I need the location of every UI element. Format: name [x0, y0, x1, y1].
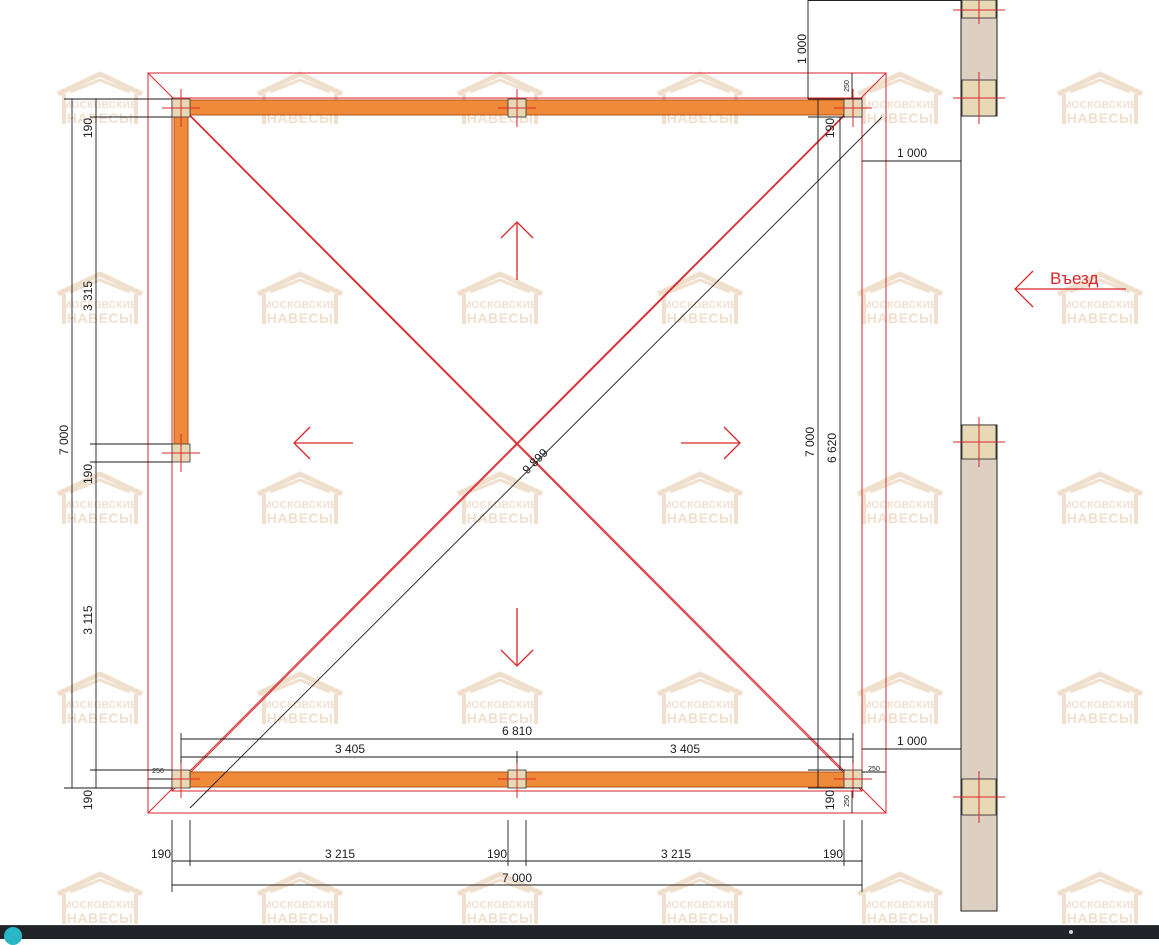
watermark-logo: МОСКОВСКИЕНАВЕСЫ — [56, 71, 144, 126]
dim-overhang-bottom: 250 — [844, 795, 851, 807]
watermark-line2: НАВЕСЫ — [1067, 710, 1134, 726]
dim-bottom-post-3: 190 — [823, 847, 843, 861]
watermark-logo: МОСКОВСКИЕНАВЕСЫ — [856, 671, 944, 726]
watermark-logo: МОСКОВСКИЕНАВЕСЫ — [656, 871, 744, 926]
dim-inner-length: 6 810 — [502, 724, 532, 738]
watermark-line2: НАВЕСЫ — [1067, 110, 1134, 126]
watermark-logo: МОСКОВСКИЕНАВЕСЫ — [256, 471, 344, 526]
watermark-line2: НАВЕСЫ — [267, 310, 334, 326]
watermark-line2: НАВЕСЫ — [67, 710, 134, 726]
post — [498, 760, 536, 798]
watermark-logo: МОСКОВСКИЕНАВЕСЫ — [56, 871, 144, 926]
dim-left-post-top: 190 — [81, 118, 95, 138]
watermark-line2: НАВЕСЫ — [67, 310, 134, 326]
watermark-logo: МОСКОВСКИЕНАВЕСЫ — [656, 471, 744, 526]
dim-bottom-span-1: 3 215 — [325, 847, 355, 861]
watermark-logo: МОСКОВСКИЕНАВЕСЫ — [456, 671, 544, 726]
watermark-logo: МОСКОВСКИЕНАВЕСЫ — [1056, 471, 1144, 526]
dim-right-inner: 6 620 — [825, 433, 839, 463]
watermark-logo: МОСКОВСКИЕНАВЕСЫ — [1056, 71, 1144, 126]
dim-left-lower-span: 3 115 — [81, 605, 95, 634]
dim-left-post-bottom: 190 — [81, 790, 95, 810]
watermark-line2: НАВЕСЫ — [1067, 510, 1134, 526]
watermark-line2: НАВЕСЫ — [467, 910, 534, 926]
post — [162, 89, 200, 127]
dim-right-offset-top: 1 000 — [897, 146, 927, 160]
watermark-line2: НАВЕСЫ — [867, 510, 934, 526]
watermark-line2: НАВЕСЫ — [867, 910, 934, 926]
canopy-plan-drawing: МОСКОВСКИЕНАВЕСЫ МОСКОВСКИЕНАВЕСЫ МОСКОВСК… — [56, 0, 1144, 926]
watermark-line2: НАВЕСЫ — [267, 710, 334, 726]
watermark-line2: НАВЕСЫ — [1067, 910, 1134, 926]
dim-inner-half-left: 3 405 — [335, 742, 365, 756]
dim-overhang-right: 250 — [868, 766, 880, 773]
watermark-line2: НАВЕСЫ — [467, 510, 534, 526]
watermark-logo: МОСКОВСКИЕНАВЕСЫ — [256, 271, 344, 326]
slope-arrow-down-icon — [500, 608, 534, 667]
dim-bottom-span-2: 3 215 — [661, 847, 691, 861]
beam-left — [173, 107, 189, 454]
watermark-logo: МОСКОВСКИЕНАВЕСЫ — [856, 471, 944, 526]
dim-right-offset-bottom: 1 000 — [897, 734, 927, 748]
dim-bottom-post-1: 190 — [151, 847, 171, 861]
dim-left-post-mid: 190 — [81, 464, 95, 484]
dim-left-overall: 7 000 — [57, 425, 71, 455]
watermark-line2: НАВЕСЫ — [667, 310, 734, 326]
watermark-logo: МОСКОВСКИЕНАВЕСЫ — [1056, 671, 1144, 726]
watermark-line2: НАВЕСЫ — [667, 510, 734, 526]
slope-arrow-left-icon — [293, 426, 353, 460]
dim-inner-half-right: 3 405 — [670, 742, 700, 756]
dim-overhang-left: 250 — [152, 768, 164, 775]
watermark-logo: МОСКОВСКИЕНАВЕСЫ — [656, 271, 744, 326]
watermark-line2: НАВЕСЫ — [667, 710, 734, 726]
watermark-line2: НАВЕСЫ — [667, 910, 734, 926]
watermark-logo: МОСКОВСКИЕНАВЕСЫ — [56, 471, 144, 526]
watermark-logo: МОСКОВСКИЕНАВЕСЫ — [256, 671, 344, 726]
watermark-logo: МОСКОВСКИЕНАВЕСЫ — [656, 671, 744, 726]
watermark-logo: МОСКОВСКИЕНАВЕСЫ — [1056, 871, 1144, 926]
watermark-logo: МОСКОВСКИЕНАВЕСЫ — [856, 71, 944, 126]
watermark-line2: НАВЕСЫ — [67, 910, 134, 926]
watermark-line2: НАВЕСЫ — [67, 110, 134, 126]
tray-icon[interactable] — [1069, 930, 1073, 934]
watermark-line2: НАВЕСЫ — [1067, 310, 1134, 326]
dim-top-offset: 1 000 — [795, 34, 809, 64]
watermark-logo: МОСКОВСКИЕНАВЕСЫ — [456, 271, 544, 326]
watermark-line2: НАВЕСЫ — [867, 310, 934, 326]
watermark-line2: НАВЕСЫ — [867, 710, 934, 726]
watermark-logo: МОСКОВСКИЕНАВЕСЫ — [856, 271, 944, 326]
watermark-logo: МОСКОВСКИЕНАВЕСЫ — [56, 271, 144, 326]
watermark-logo: МОСКОВСКИЕНАВЕСЫ — [456, 471, 544, 526]
watermark-line2: НАВЕСЫ — [867, 110, 934, 126]
watermark-line2: НАВЕСЫ — [267, 910, 334, 926]
entrance-label: Въезд — [1050, 269, 1098, 288]
post — [162, 434, 200, 472]
watermark-logo: МОСКОВСКИЕНАВЕСЫ — [56, 671, 144, 726]
watermark-line2: НАВЕСЫ — [267, 510, 334, 526]
dim-bottom-post-2: 190 — [487, 847, 507, 861]
watermark-line2: НАВЕСЫ — [467, 310, 534, 326]
watermark-logo: МОСКОВСКИЕНАВЕСЫ — [856, 871, 944, 926]
dim-right-post-bottom: 190 — [823, 790, 837, 810]
dim-right-overall: 7 000 — [803, 427, 817, 457]
dim-right-post-top: 190 — [823, 118, 837, 138]
slope-arrow-right-icon — [681, 426, 741, 460]
dim-overhang-top: 250 — [844, 80, 851, 92]
taskbar — [0, 925, 1159, 945]
dim-bottom-overall: 7 000 — [502, 871, 532, 885]
slope-arrow-up-icon — [500, 221, 534, 280]
start-button[interactable] — [4, 927, 22, 945]
dim-left-upper-span: 3 315 — [81, 281, 95, 311]
watermark-logo: МОСКОВСКИЕНАВЕСЫ — [256, 871, 344, 926]
fence-segment-bottom — [960, 424, 998, 912]
watermark-line2: НАВЕСЫ — [67, 510, 134, 526]
